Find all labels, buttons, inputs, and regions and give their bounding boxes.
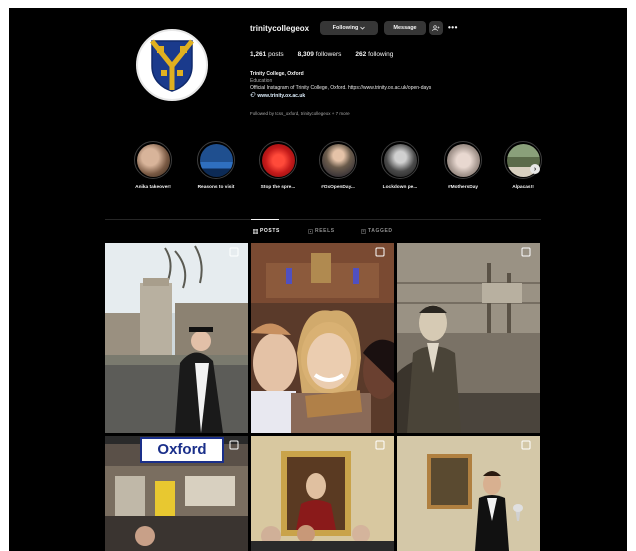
highlight-thumbnail <box>199 143 233 177</box>
highlight-item[interactable]: Anika takeover! <box>129 141 177 190</box>
highlight-label: #MothersDay <box>447 185 479 190</box>
post-painting[interactable] <box>251 436 394 551</box>
highlight-thumbnail <box>383 143 417 177</box>
post-image <box>397 243 540 433</box>
chevron-right-icon[interactable]: › <box>530 164 540 174</box>
active-tab-indicator <box>251 219 279 220</box>
highlight-label: Stop the spre... <box>260 185 296 190</box>
post-trophy[interactable] <box>397 436 540 551</box>
bio-name: Trinity College, Oxford <box>250 71 304 77</box>
highlight-label: Alpacas!! <box>512 185 534 190</box>
station-sign-text: Oxford <box>157 441 207 458</box>
link-icon <box>250 92 256 97</box>
following-count[interactable]: 262 following <box>355 51 393 58</box>
highlight-thumbnail <box>321 143 355 177</box>
followed-by-text[interactable]: Followed by tcss_oxford, trinitycollegeo… <box>250 111 350 116</box>
suggested-users-button[interactable] <box>429 21 443 35</box>
profile-bio: Trinity College, Oxford Education Offici… <box>250 71 520 100</box>
highlight-thumbnail <box>446 143 480 177</box>
post-selfie[interactable] <box>251 243 394 433</box>
reels-icon <box>308 228 313 234</box>
tab-posts[interactable]: POSTS <box>253 228 280 234</box>
post-graduation[interactable] <box>105 243 248 433</box>
message-button[interactable]: Message <box>384 21 426 35</box>
post-image <box>105 243 248 433</box>
profile-username: trinitycollegeox <box>250 24 310 33</box>
post-image <box>251 243 394 433</box>
post-historic-photo[interactable] <box>397 243 540 433</box>
following-button-label: Following <box>332 25 359 31</box>
add-user-icon <box>432 25 440 31</box>
tab-reels[interactable]: REELS <box>308 228 335 234</box>
post-image <box>397 436 540 551</box>
more-options-icon[interactable]: ••• <box>448 23 458 32</box>
post-image <box>251 436 394 551</box>
post-oxford-station[interactable]: Oxford <box>105 436 248 551</box>
highlight-label: #OxOpenDay... <box>321 185 355 190</box>
highlight-thumbnail <box>136 143 170 177</box>
profile-avatar[interactable] <box>136 29 208 101</box>
bio-description: Official Instagram of Trinity College, O… <box>250 85 432 91</box>
highlight-item[interactable]: Lockdown pe... <box>376 141 424 190</box>
tab-tagged[interactable]: TAGGED <box>361 228 393 234</box>
highlight-item[interactable]: #MothersDay <box>439 141 487 190</box>
highlight-item[interactable]: Reasons to visit <box>192 141 240 190</box>
highlight-label: Lockdown pe... <box>382 185 418 190</box>
highlight-item[interactable]: #OxOpenDay... <box>314 141 362 190</box>
highlight-item[interactable]: Stop the spre... <box>254 141 302 190</box>
trinity-crest-icon <box>150 39 194 92</box>
chevron-down-icon <box>360 26 366 30</box>
tagged-icon <box>361 228 366 234</box>
instagram-profile-screen: trinitycollegeox Following Message ••• 1… <box>9 8 627 551</box>
tab-divider <box>105 219 541 220</box>
following-button[interactable]: Following <box>320 21 378 35</box>
highlight-label: Anika takeover! <box>135 185 171 190</box>
highlight-item[interactable]: Alpacas!! <box>499 141 547 190</box>
bio-link-row[interactable]: www.trinity.ox.ac.uk <box>250 92 520 100</box>
grid-icon <box>253 228 258 234</box>
highlight-label: Reasons to visit <box>197 185 235 190</box>
followers-count[interactable]: 8,309 followers <box>298 51 342 58</box>
profile-stats: 1,261 posts 8,309 followers 262 followin… <box>250 51 393 58</box>
bio-category: Education <box>250 78 273 84</box>
message-button-label: Message <box>393 25 417 31</box>
bio-link[interactable]: www.trinity.ox.ac.uk <box>257 93 305 99</box>
highlight-thumbnail <box>261 143 295 177</box>
posts-count[interactable]: 1,261 posts <box>250 51 284 58</box>
